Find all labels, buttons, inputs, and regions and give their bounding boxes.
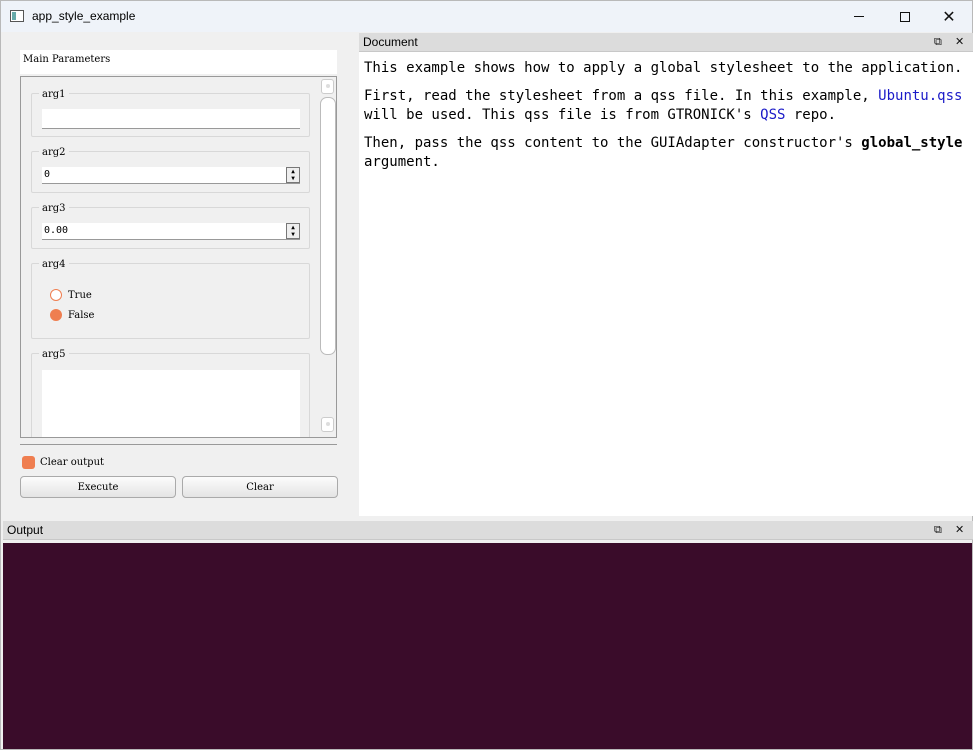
maximize-button[interactable] [882, 1, 928, 32]
params-tab-header[interactable]: Main Parameters [20, 50, 337, 74]
arg3-label: arg3 [39, 203, 69, 214]
arg1-input[interactable] [42, 109, 300, 129]
qss-repo-link[interactable]: QSS [760, 107, 785, 123]
close-icon: ✕ [942, 6, 956, 26]
ubuntu-qss-link[interactable]: Ubuntu.qss [878, 88, 962, 104]
arg2-value: 0 [44, 169, 51, 180]
document-view: This example shows how to apply a global… [359, 52, 973, 516]
arg2-stepper-icon[interactable]: ▲ ▼ [286, 167, 300, 183]
doc-text: Then, pass the qss content to the GUIAda… [364, 135, 862, 151]
output-console[interactable] [3, 543, 972, 749]
close-icon[interactable]: ✕ [955, 522, 964, 538]
minimize-icon [854, 16, 864, 17]
clear-button[interactable]: Clear [182, 476, 338, 498]
document-dock-title: Document ⧉ ✕ [359, 33, 973, 52]
arg5-label: arg5 [39, 349, 69, 360]
arg4-radio-true[interactable]: True [50, 288, 92, 302]
arg3-spinbox[interactable]: 0.00 ▲ ▼ [42, 223, 300, 240]
close-icon[interactable]: ✕ [955, 34, 964, 50]
doc-text: will be used. This qss file is from GTRO… [364, 107, 761, 123]
document-title: Document [363, 35, 418, 49]
doc-text: First, read the stylesheet from a qss fi… [364, 88, 879, 104]
params-scroll-area[interactable]: arg1 arg2 0 ▲▼ arg3 0.00 ▲▼ arg4 True [20, 76, 337, 438]
arg4-group: arg4 True False [31, 259, 310, 339]
checkbox-checked-icon[interactable] [22, 455, 35, 469]
arg3-group: arg3 0.00 ▲ ▼ [31, 203, 310, 249]
params-scrollbar[interactable] [319, 77, 336, 437]
minimize-button[interactable] [836, 1, 882, 32]
doc-paragraph-2: First, read the stylesheet from a qss fi… [364, 87, 973, 125]
clear-output-label: Clear output [40, 456, 105, 468]
arg5-group: arg5 [31, 349, 310, 437]
radio-checked-icon[interactable] [50, 309, 62, 321]
maximize-icon [900, 11, 910, 22]
scroll-thumb[interactable] [320, 97, 336, 355]
doc-text: repo. [785, 107, 837, 123]
output-dock-title: Output ⧉ ✕ [3, 521, 973, 540]
restore-icon[interactable]: ⧉ [934, 34, 942, 50]
doc-text: argument. [364, 154, 440, 170]
title-bar: app_style_example ✕ [1, 1, 972, 32]
doc-paragraph-1: This example shows how to apply a global… [364, 60, 963, 76]
restore-icon[interactable]: ⧉ [934, 522, 942, 538]
arg1-group: arg1 [31, 89, 310, 137]
arg2-spinbox[interactable]: 0 ▲ ▼ [42, 167, 300, 184]
window-title: app_style_example [32, 9, 136, 23]
scroll-up-icon[interactable] [321, 79, 334, 94]
doc-paragraph-3: Then, pass the qss content to the GUIAda… [364, 134, 973, 172]
arg3-value: 0.00 [44, 225, 69, 236]
arg2-group: arg2 0 ▲ ▼ [31, 147, 310, 193]
radio-label-false: False [68, 309, 95, 321]
radio-label-true: True [68, 289, 92, 301]
arg1-label: arg1 [39, 89, 69, 100]
arg2-label: arg2 [39, 147, 69, 158]
doc-bold-text: global_style [861, 135, 963, 151]
arg5-textarea[interactable] [42, 370, 300, 437]
radio-unchecked-icon[interactable] [50, 289, 62, 301]
main-window: app_style_example ✕ Main Parameters arg1… [0, 0, 973, 750]
arg3-stepper-icon[interactable]: ▲ ▼ [286, 223, 300, 239]
close-button[interactable]: ✕ [926, 1, 972, 32]
output-title: Output [7, 523, 44, 537]
clear-output-checkbox[interactable]: Clear output [22, 455, 104, 469]
scroll-down-icon[interactable] [321, 417, 334, 432]
arg4-radio-false[interactable]: False [50, 308, 94, 322]
execute-button[interactable]: Execute [20, 476, 176, 498]
app-icon [10, 10, 24, 22]
arg4-label: arg4 [39, 259, 69, 270]
separator [20, 444, 337, 445]
